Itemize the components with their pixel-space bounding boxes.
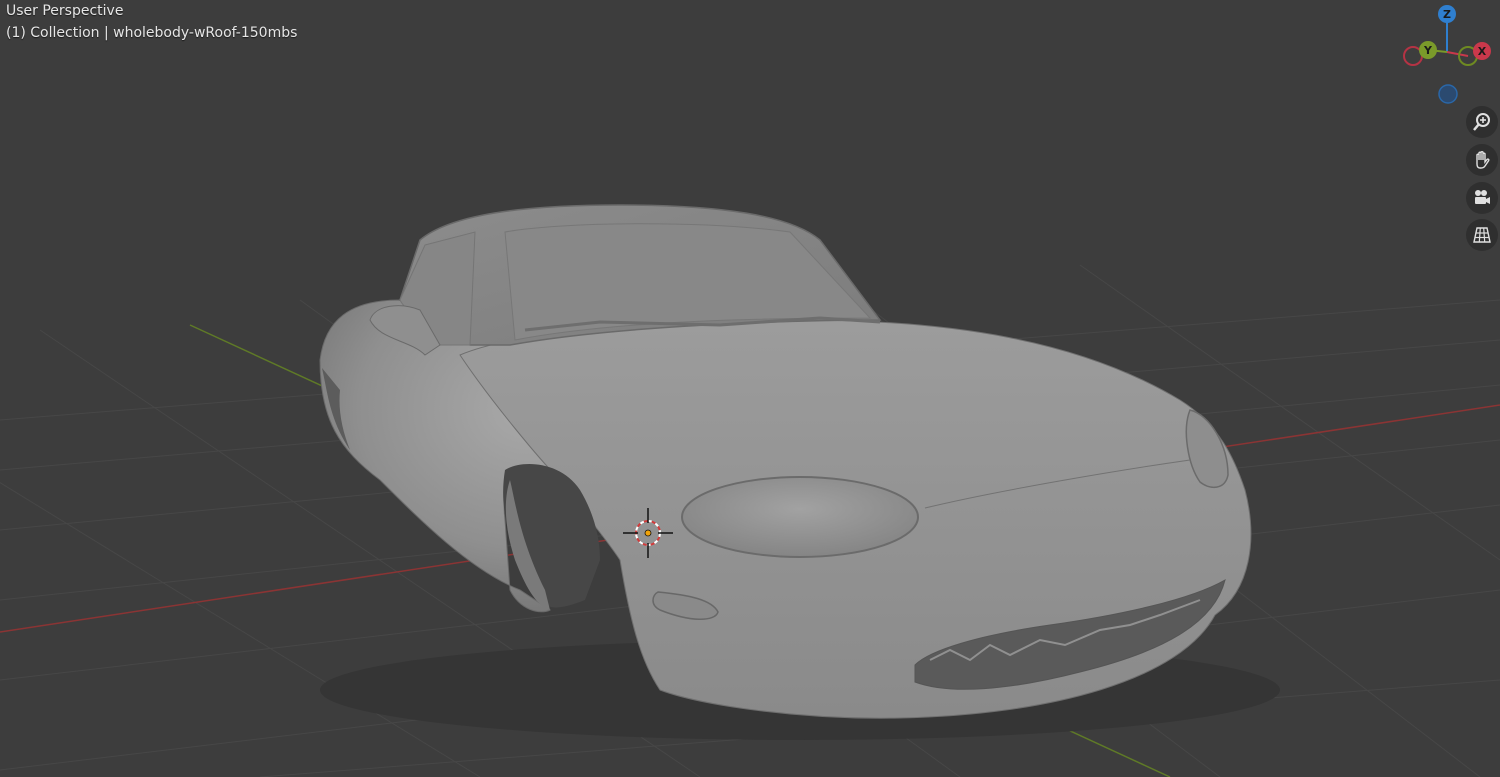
car-mesh[interactable] [319,204,1280,740]
scene-canvas[interactable] [0,0,1500,777]
pan-button[interactable] [1466,144,1498,176]
gizmo-y-label: Y [1423,44,1433,57]
zoom-icon [1473,113,1490,131]
view-title: User Perspective [6,3,124,19]
pan-hand-icon [1476,151,1490,169]
collection-object-label: (1) Collection | wholebody-wRoof-150mbs [6,25,298,41]
perspective-toggle-button[interactable] [1466,219,1498,251]
3d-viewport[interactable]: User Perspective (1) Collection | wholeb… [0,0,1500,777]
gizmo-x-label: X [1478,45,1487,58]
object-origin [644,529,652,537]
zoom-button[interactable] [1466,106,1498,138]
gizmo-z-label: Z [1443,8,1451,21]
camera-icon [1475,190,1490,204]
perspective-grid-icon [1473,227,1491,243]
navigation-gizmo[interactable]: X Y Z [1398,0,1500,110]
headlight [681,476,919,558]
camera-view-button[interactable] [1466,182,1498,214]
gizmo-neg-z-icon[interactable] [1438,84,1458,104]
